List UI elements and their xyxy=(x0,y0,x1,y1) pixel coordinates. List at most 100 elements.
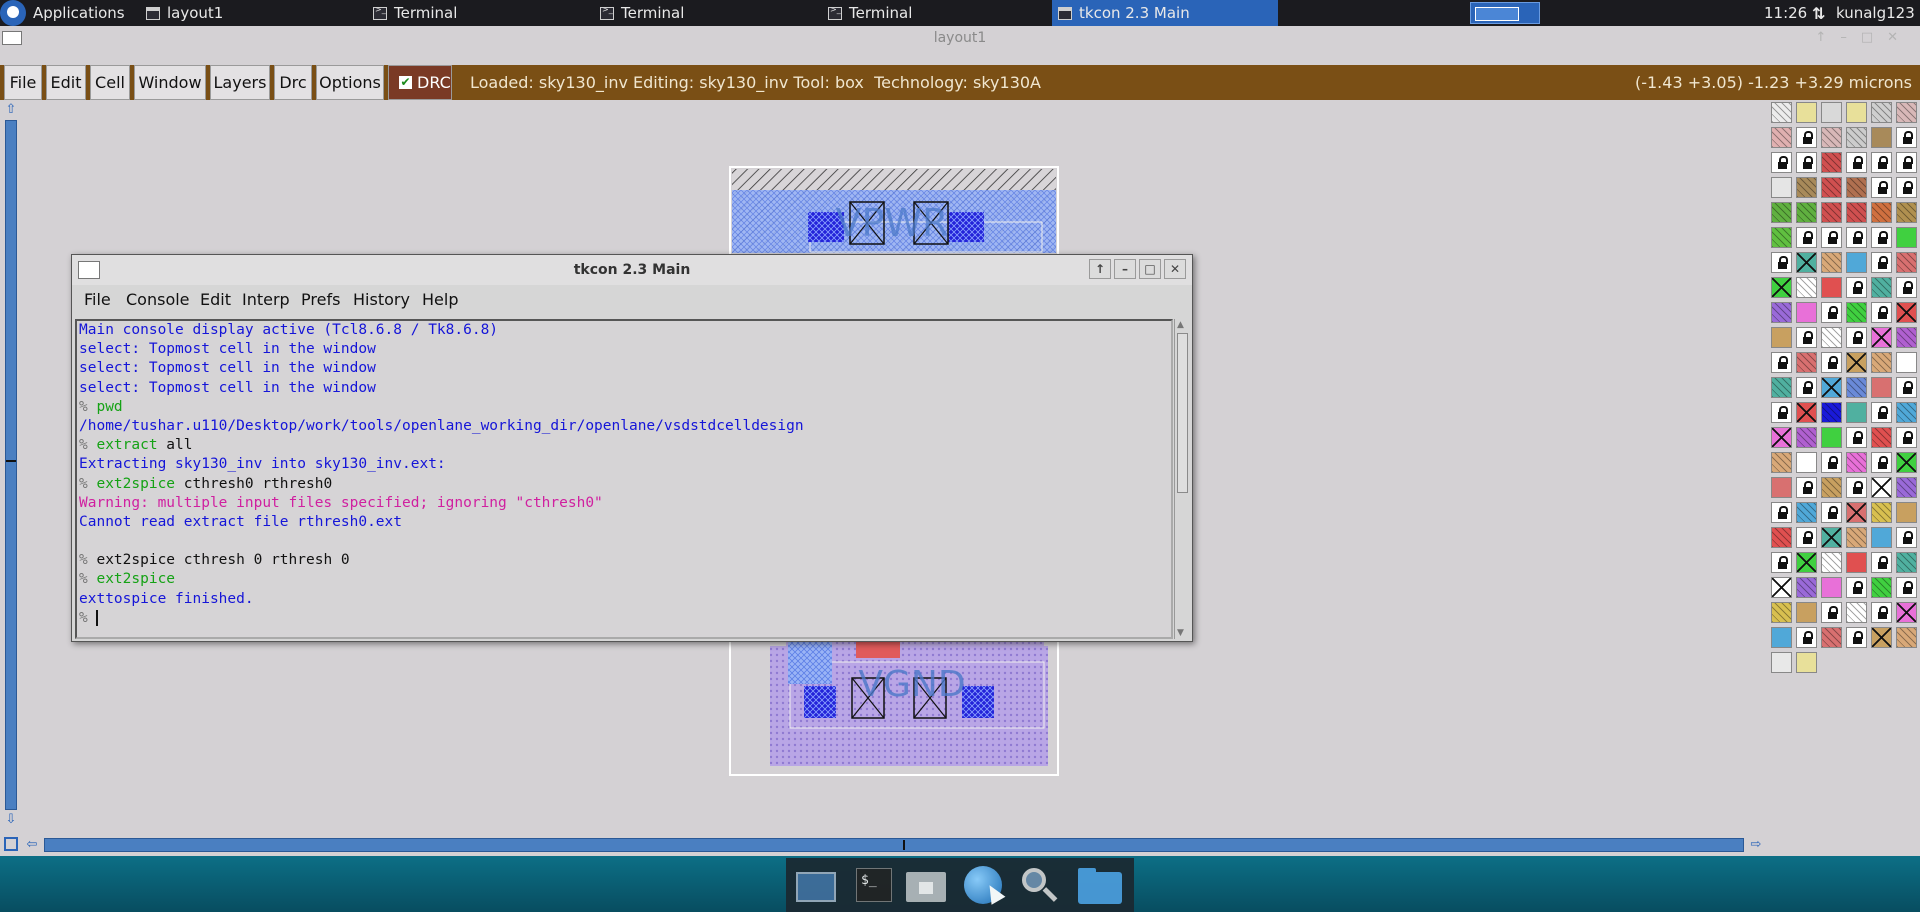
layer-swatch[interactable] xyxy=(1821,427,1842,448)
maximize-button[interactable]: □ xyxy=(1139,259,1161,279)
user-menu[interactable]: kunalg123 xyxy=(1830,0,1915,26)
layer-swatch[interactable] xyxy=(1846,427,1867,448)
tk-menu-history[interactable]: History xyxy=(353,285,410,315)
layer-swatch[interactable] xyxy=(1771,327,1792,348)
layer-swatch[interactable] xyxy=(1871,577,1892,598)
home-folder-icon[interactable] xyxy=(904,866,948,904)
layer-swatch[interactable] xyxy=(1796,452,1817,473)
layer-swatch[interactable] xyxy=(1796,227,1817,248)
layer-swatch[interactable] xyxy=(1771,577,1792,598)
layer-swatch[interactable] xyxy=(1771,452,1792,473)
layer-swatch[interactable] xyxy=(1796,427,1817,448)
layer-swatch[interactable] xyxy=(1896,127,1917,148)
layer-swatch[interactable] xyxy=(1846,152,1867,173)
web-browser-icon[interactable] xyxy=(962,866,1006,905)
layer-swatch[interactable] xyxy=(1796,277,1817,298)
layer-swatch[interactable] xyxy=(1871,452,1892,473)
layer-swatch[interactable] xyxy=(1821,402,1842,423)
layer-swatch[interactable] xyxy=(1896,477,1917,498)
layer-swatch[interactable] xyxy=(1871,102,1892,123)
layer-swatch[interactable] xyxy=(1896,402,1917,423)
layer-swatch[interactable] xyxy=(1871,352,1892,373)
layer-swatch[interactable] xyxy=(1796,327,1817,348)
console-output[interactable]: Main console display active (Tcl8.6.8 / … xyxy=(75,319,1173,639)
window-controls[interactable]: ↑–□✕ xyxy=(1815,26,1912,50)
window-menu-icon[interactable] xyxy=(2,31,22,45)
layer-swatch[interactable] xyxy=(1871,627,1892,648)
layer-swatch[interactable] xyxy=(1871,227,1892,248)
layer-swatch[interactable] xyxy=(1896,627,1917,648)
layer-swatch[interactable] xyxy=(1821,302,1842,323)
layer-swatch[interactable] xyxy=(1771,302,1792,323)
taskbar-item-terminal-1[interactable]: Terminal xyxy=(367,0,592,26)
console-scroll-thumb[interactable] xyxy=(1177,333,1188,493)
layer-swatch[interactable] xyxy=(1846,177,1867,198)
layer-swatch[interactable] xyxy=(1821,277,1842,298)
layer-swatch[interactable] xyxy=(1821,552,1842,573)
layer-swatch[interactable] xyxy=(1896,502,1917,523)
layer-swatch[interactable] xyxy=(1771,427,1792,448)
tk-menu-help[interactable]: Help xyxy=(422,285,458,315)
layer-swatch[interactable] xyxy=(1796,202,1817,223)
layer-swatch[interactable] xyxy=(1796,477,1817,498)
layer-swatch[interactable] xyxy=(1796,577,1817,598)
layer-swatch[interactable] xyxy=(1846,452,1867,473)
layer-swatch[interactable] xyxy=(1896,252,1917,273)
layer-swatch[interactable] xyxy=(1771,602,1792,623)
scroll-left-arrow-icon[interactable]: ⇦ xyxy=(24,837,40,853)
layer-swatch[interactable] xyxy=(1846,327,1867,348)
layer-swatch[interactable] xyxy=(1871,427,1892,448)
layer-swatch[interactable] xyxy=(1771,402,1792,423)
workspace-switcher[interactable] xyxy=(1470,2,1540,24)
layer-swatch[interactable] xyxy=(1871,527,1892,548)
files-icon[interactable] xyxy=(1076,866,1122,904)
layer-swatch[interactable] xyxy=(1896,177,1917,198)
layer-swatch[interactable] xyxy=(1771,252,1792,273)
applications-menu[interactable]: Applications xyxy=(0,0,125,26)
layer-swatch[interactable] xyxy=(1771,202,1792,223)
layer-swatch[interactable] xyxy=(1896,327,1917,348)
tk-menu-console[interactable]: Console xyxy=(126,285,190,315)
close-button[interactable]: ✕ xyxy=(1164,259,1186,279)
layer-swatch[interactable] xyxy=(1896,202,1917,223)
menu-layers[interactable]: Layers xyxy=(210,65,270,100)
layer-swatch[interactable] xyxy=(1846,527,1867,548)
layer-swatch[interactable] xyxy=(1821,577,1842,598)
minimize-button[interactable]: – xyxy=(1114,259,1136,279)
network-icon[interactable]: ⇅ xyxy=(1806,0,1825,26)
layer-swatch[interactable] xyxy=(1871,327,1892,348)
layer-swatch[interactable] xyxy=(1846,252,1867,273)
layer-swatch[interactable] xyxy=(1896,302,1917,323)
layer-swatch[interactable] xyxy=(1771,527,1792,548)
layer-swatch[interactable] xyxy=(1821,477,1842,498)
layer-swatch[interactable] xyxy=(1821,352,1842,373)
layer-swatch[interactable] xyxy=(1846,302,1867,323)
console-scrollbar[interactable]: ▲ ▼ xyxy=(1174,319,1190,639)
layer-swatch[interactable] xyxy=(1821,452,1842,473)
drc-toggle[interactable]: ✔ DRC xyxy=(388,65,452,100)
layer-swatch[interactable] xyxy=(1821,102,1842,123)
layer-swatch[interactable] xyxy=(1846,102,1867,123)
shade-button[interactable]: ↑ xyxy=(1089,259,1111,279)
layer-swatch[interactable] xyxy=(1871,177,1892,198)
layer-swatch[interactable] xyxy=(1871,152,1892,173)
vertical-scrollbar[interactable]: ⇧ ⇩ xyxy=(0,100,22,830)
layer-swatch[interactable] xyxy=(1846,227,1867,248)
layer-swatch[interactable] xyxy=(1821,527,1842,548)
tk-menu-edit[interactable]: Edit xyxy=(200,285,231,315)
layer-swatch[interactable] xyxy=(1896,102,1917,123)
layer-swatch[interactable] xyxy=(1771,177,1792,198)
layer-swatch[interactable] xyxy=(1896,377,1917,398)
tk-menu-interp[interactable]: Interp xyxy=(242,285,290,315)
layer-swatch[interactable] xyxy=(1821,227,1842,248)
layer-swatch[interactable] xyxy=(1796,252,1817,273)
layer-swatch[interactable] xyxy=(1896,352,1917,373)
menu-options[interactable]: Options xyxy=(316,65,384,100)
scroll-down-arrow-icon[interactable]: ⇩ xyxy=(3,812,19,828)
layer-swatch[interactable] xyxy=(1796,552,1817,573)
layer-swatch[interactable] xyxy=(1796,502,1817,523)
layer-swatch[interactable] xyxy=(1871,377,1892,398)
layer-swatch[interactable] xyxy=(1896,452,1917,473)
scroll-down-arrow-icon[interactable]: ▼ xyxy=(1177,628,1184,638)
layer-swatch[interactable] xyxy=(1771,227,1792,248)
